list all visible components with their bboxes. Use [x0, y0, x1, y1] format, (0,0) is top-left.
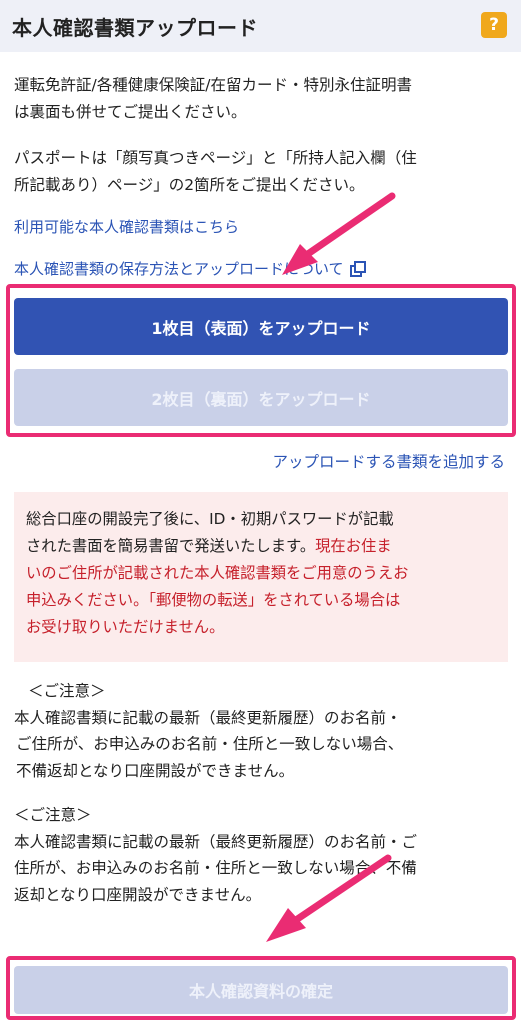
notice-line: された書面を簡易書留で発送いたします。現在お住ま: [26, 533, 494, 560]
passport-instruction: パスポートは「顔写真つきページ」と「所持人記入欄（住 所記載あり）ページ」の2箇…: [14, 145, 510, 199]
instruction-line: パスポートは「顔写真つきページ」と「所持人記入欄（住: [14, 149, 417, 167]
caution-line: ご住所が、お申込みのお名前・住所と一致しない場合、: [16, 735, 404, 753]
how-to-upload-label: 本人確認書類の保存方法とアップロードについて: [14, 260, 344, 278]
id-docs-instruction: 運転免許証/各種健康保険証/在留カード・特別永住証明書 は裏面も併せてご提出くだ…: [14, 72, 510, 126]
external-link-icon: [349, 260, 366, 277]
available-docs-link[interactable]: 利用可能な本人確認書類はこちら: [14, 216, 239, 237]
instruction-line: 運転免許証/各種健康保険証/在留カード・特別永住証明書: [14, 76, 412, 94]
caution-line: 本人確認書類に記載の最新（最終更新履歴）のお名前・ご: [14, 832, 418, 851]
caution-heading: ＜ご注意＞: [14, 806, 92, 824]
upload-front-button[interactable]: 1枚目（表面）をアップロード: [14, 298, 508, 355]
caution-line: 本人確認書類に記載の最新（最終更新履歴）のお名前・: [14, 708, 402, 727]
help-icon[interactable]: ?: [481, 12, 507, 38]
section-header: 本人確認書類アップロード ?: [0, 0, 521, 52]
caution-line: 住所が、お申込みのお名前・住所と一致しない場合、不備: [14, 859, 417, 877]
notice-line: 総合口座の開設完了後に、ID・初期パスワードが記載: [26, 510, 394, 528]
page-title: 本人確認書類アップロード: [12, 15, 258, 40]
notice-warning-text: 現在お住ま: [315, 537, 392, 555]
mailing-notice: 総合口座の開設完了後に、ID・初期パスワードが記載 された書面を簡易書留で発送い…: [14, 492, 508, 662]
caution-heading: ＜ご注意＞: [28, 682, 106, 700]
confirm-documents-button[interactable]: 本人確認資料の確定: [14, 966, 508, 1014]
upload-page: 本人確認書類アップロード ? 運転免許証/各種健康保険証/在留カード・特別永住証…: [0, 0, 521, 1024]
how-to-upload-link[interactable]: 本人確認書類の保存方法とアップロードについて: [14, 258, 366, 279]
instruction-line: は裏面も併せてご提出ください。: [14, 103, 247, 121]
upload-back-button[interactable]: 2枚目（裏面）をアップロード: [14, 369, 508, 426]
instruction-line: 所記載あり）ページ」の2箇所をご提出ください。: [14, 176, 365, 194]
caution-block-1: ＜ご注意＞ 本人確認書類に記載の最新（最終更新履歴）のお名前・ ご住所が、お申込…: [14, 678, 514, 784]
notice-warning-line: いのご住所が記載された本人確認書類をご用意のうえお: [26, 564, 409, 582]
notice-text: された書面を簡易書留で発送いたします。: [26, 537, 316, 555]
caution-line: 返却となり口座開設ができません。: [14, 885, 262, 904]
notice-warning-line: お受け取りいただけません。: [26, 618, 225, 636]
caution-block-2: ＜ご注意＞ 本人確認書類に記載の最新（最終更新履歴）のお名前・ご 住所が、お申込…: [14, 802, 514, 908]
add-document-link[interactable]: アップロードする書類を追加する: [272, 450, 505, 472]
notice-warning-line: 申込みください。「郵便物の転送」をされている場合は: [26, 591, 401, 609]
caution-line: 不備返却となり口座開設ができません。: [16, 761, 295, 780]
